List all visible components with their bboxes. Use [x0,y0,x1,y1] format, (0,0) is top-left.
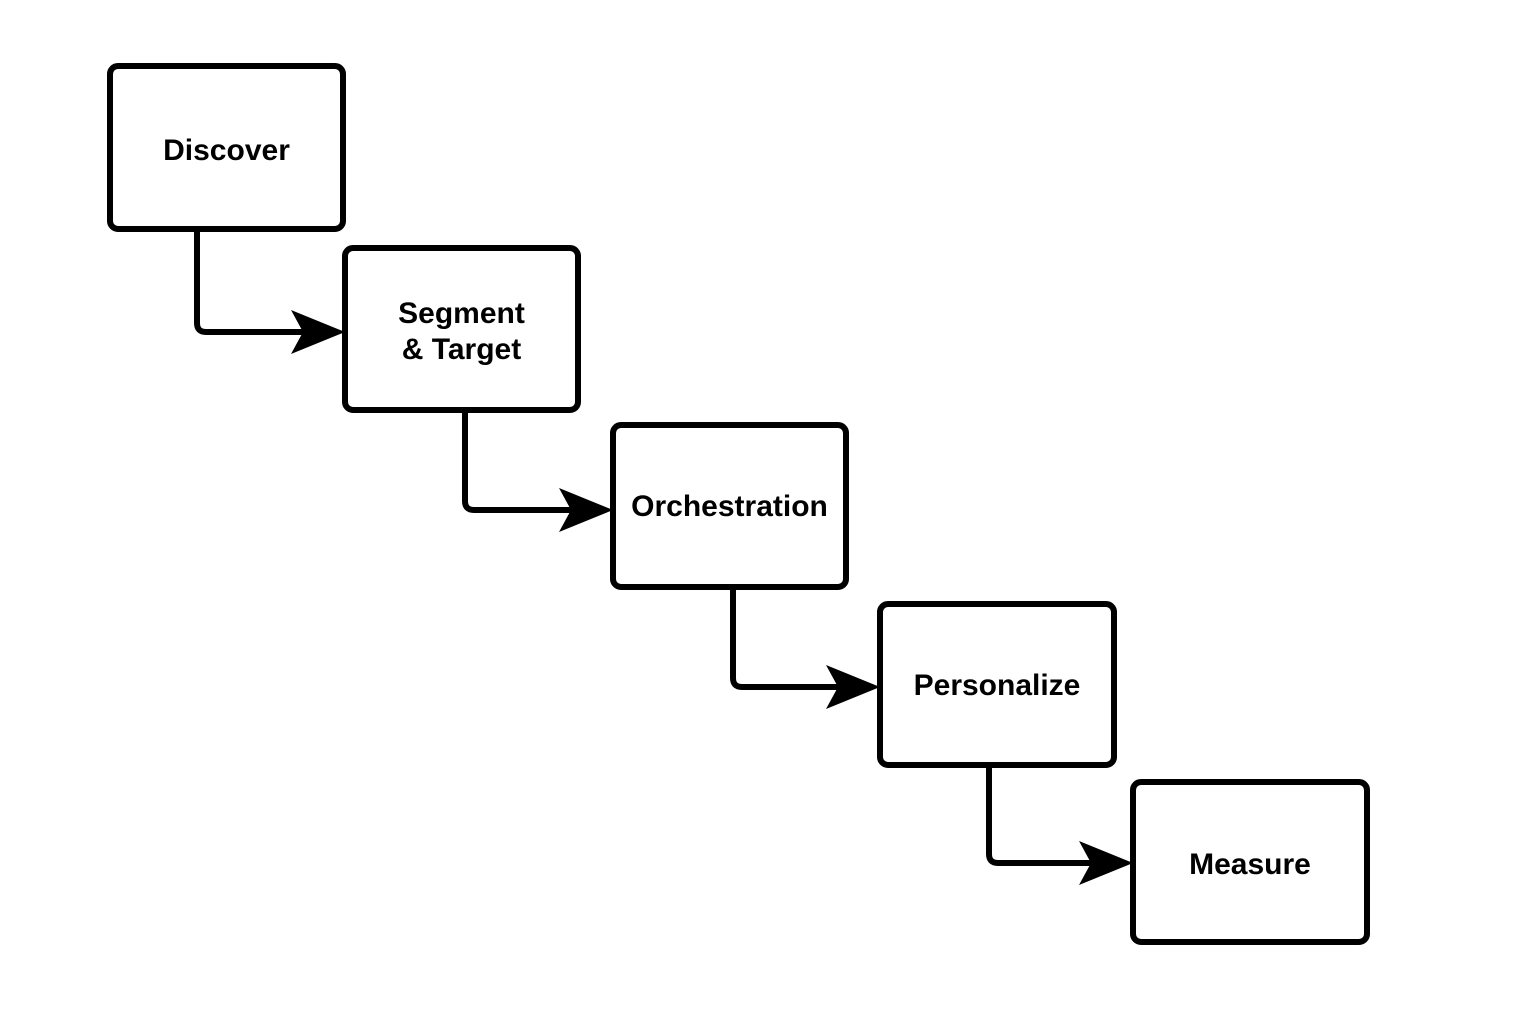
node-orchestration[interactable]: Orchestration [610,422,849,590]
edge-discover-to-segment[interactable] [194,229,345,354]
edge-discover-to-segment-line [194,229,303,335]
node-measure-label: Measure [1189,848,1311,881]
edge-personalize-to-measure-line [986,765,1091,866]
node-group: Discover Segment & Target Orchestration … [107,63,1370,945]
node-segment-target[interactable]: Segment & Target [342,245,581,413]
edge-orchestration-to-personalize-line [730,587,838,690]
node-segment-target-label-line2: & Target [402,333,521,366]
edge-personalize-to-measure[interactable] [986,765,1133,885]
edge-segment-to-orchestration-line [462,410,571,513]
node-segment-target-label-line1: Segment [398,297,525,330]
edge-segment-to-orchestration[interactable] [462,410,613,532]
flow-diagram-svg: Discover Segment & Target Orchestration … [107,63,1370,945]
edge-orchestration-to-personalize[interactable] [730,587,880,709]
node-measure[interactable]: Measure [1130,779,1370,945]
node-discover[interactable]: Discover [107,63,346,232]
node-personalize[interactable]: Personalize [877,601,1117,768]
node-discover-label: Discover [163,134,290,167]
flow-diagram-canvas: Discover Segment & Target Orchestration … [0,0,1520,1013]
node-orchestration-label: Orchestration [631,490,828,523]
node-personalize-label: Personalize [914,669,1081,702]
